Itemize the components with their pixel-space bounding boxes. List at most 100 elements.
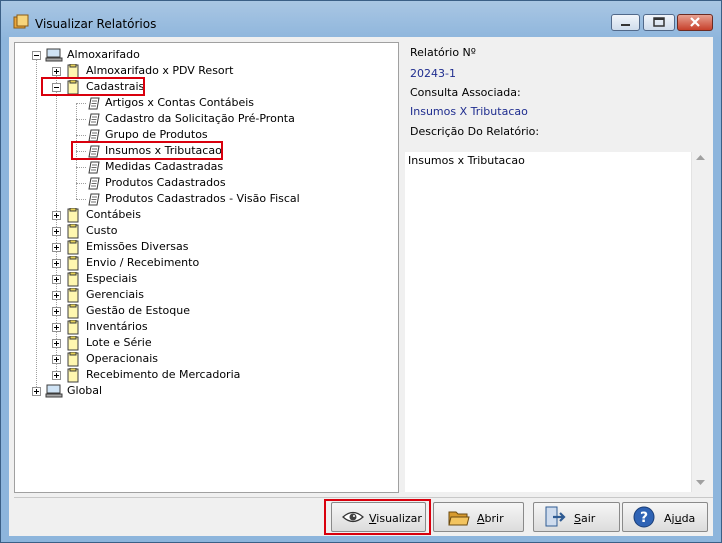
report-number-value: 20243-1 [410, 67, 456, 80]
expand-icon[interactable] [52, 339, 61, 348]
highlight-box-insumos [71, 141, 223, 160]
close-button[interactable] [677, 14, 713, 31]
close-icon [690, 17, 700, 27]
tree-label: Gestão de Estoque [86, 304, 190, 317]
expand-icon[interactable] [52, 291, 61, 300]
tree-line [76, 167, 86, 168]
label-part: da [681, 512, 696, 525]
report-document-icon [88, 161, 100, 174]
report-folder-icon [67, 368, 79, 383]
minimize-icon [621, 24, 630, 26]
label-part: air [580, 512, 596, 525]
expand-icon[interactable] [52, 211, 61, 220]
tree-label: Produtos Cadastrados - Visão Fiscal [105, 192, 300, 205]
tree-label: Inventários [86, 320, 148, 333]
label-part: Aj [664, 512, 675, 525]
tree-node-report[interactable]: Produtos Cadastrados - Visão Fiscal [15, 191, 395, 207]
tree-label: Produtos Cadastrados [105, 176, 226, 189]
report-document-icon [88, 97, 100, 110]
accelerator-key: A [477, 512, 485, 525]
expand-icon[interactable] [52, 323, 61, 332]
report-viewer-window: Visualizar Relatórios Almoxarifado Almox… [0, 0, 722, 543]
report-number-label: Relatório Nº [410, 46, 476, 59]
tree-node-global[interactable]: Global [15, 383, 395, 399]
tree-label: Custo [86, 224, 118, 237]
expand-icon[interactable] [32, 387, 41, 396]
tree-line [76, 199, 86, 200]
tree-label: Lote e Série [86, 336, 152, 349]
description-scrollbar[interactable] [691, 152, 709, 492]
tree-node-folder[interactable]: Contábeis [15, 207, 395, 223]
window-title: Visualizar Relatórios [35, 17, 157, 31]
maximize-icon [653, 17, 665, 27]
tree-node-folder[interactable]: Envio / Recebimento [15, 255, 395, 271]
tree-node-almoxarifado[interactable]: Almoxarifado [15, 47, 395, 63]
tree-line [76, 135, 86, 136]
expand-icon[interactable] [52, 259, 61, 268]
abrir-button[interactable]: Abrir [433, 502, 524, 532]
tree-node-folder[interactable]: Recebimento de Mercadoria [15, 367, 395, 383]
tree-node-folder[interactable]: Especiais [15, 271, 395, 287]
highlight-box-cadastrais [41, 77, 145, 96]
tree-label: Almoxarifado [67, 48, 140, 61]
report-info-panel: Relatório Nº 20243-1 Consulta Associada:… [402, 42, 709, 493]
tree-node-report[interactable]: Medidas Cadastradas [15, 159, 395, 175]
report-folder-icon [67, 240, 79, 255]
report-folder-icon [67, 272, 79, 287]
expand-icon[interactable] [52, 275, 61, 284]
highlight-box-visualizar [324, 499, 431, 535]
scroll-up-icon[interactable] [696, 155, 705, 161]
tree-label: Global [67, 384, 103, 397]
tree-node-report[interactable]: Artigos x Contas Contábeis [15, 95, 395, 111]
tree-label: Gerenciais [86, 288, 144, 301]
expand-icon[interactable] [52, 243, 61, 252]
maximize-button[interactable] [643, 14, 675, 31]
label-part: brir [484, 512, 504, 525]
tree-node-report[interactable]: Cadastro da Solicitação Pré-Pronta [15, 111, 395, 127]
scroll-down-icon[interactable] [696, 480, 705, 486]
report-folder-icon [67, 304, 79, 319]
abrir-label: Abrir [477, 512, 504, 525]
description-textarea[interactable]: Insumos x Tributacao [405, 152, 691, 492]
report-document-icon [88, 113, 100, 126]
tree-line [76, 119, 86, 120]
tree-node-folder[interactable]: Inventários [15, 319, 395, 335]
report-folder-icon [67, 320, 79, 335]
tree-node-folder[interactable]: Operacionais [15, 351, 395, 367]
expand-icon[interactable] [52, 67, 61, 76]
report-tree[interactable]: Almoxarifado Almoxarifado x PDV Resort C… [14, 42, 399, 493]
tree-label: Artigos x Contas Contábeis [105, 96, 254, 109]
report-folder-icon [67, 352, 79, 367]
minimize-button[interactable] [611, 14, 640, 31]
title-bar: Visualizar Relatórios [1, 1, 721, 37]
tree-label: Contábeis [86, 208, 141, 221]
tree-label: Especiais [86, 272, 138, 285]
collapse-icon[interactable] [32, 51, 41, 60]
expand-icon[interactable] [52, 227, 61, 236]
tree-label: Envio / Recebimento [86, 256, 200, 269]
sair-button[interactable]: Sair [533, 502, 620, 532]
tree-node-folder[interactable]: Gerenciais [15, 287, 395, 303]
tree-node-folder[interactable]: Custo [15, 223, 395, 239]
ajuda-button[interactable]: ? Ajuda [622, 502, 708, 532]
tree-node-folder[interactable]: Emissões Diversas [15, 239, 395, 255]
tree-node-folder[interactable]: Lote e Série [15, 335, 395, 351]
expand-icon[interactable] [52, 355, 61, 364]
ajuda-label: Ajuda [664, 512, 695, 525]
report-folder-icon [67, 336, 79, 351]
client-area: Almoxarifado Almoxarifado x PDV Resort C… [9, 37, 713, 536]
description-text: Insumos x Tributacao [408, 154, 525, 167]
svg-text:?: ? [640, 510, 648, 526]
tree-label: Emissões Diversas [86, 240, 189, 253]
tree-label: Cadastro da Solicitação Pré-Pronta [105, 112, 295, 125]
tree-node-report[interactable]: Produtos Cadastrados [15, 175, 395, 191]
description-label: Descrição Do Relatório: [410, 125, 540, 138]
report-folder-icon [67, 224, 79, 239]
computer-icon [45, 384, 63, 398]
expand-icon[interactable] [52, 371, 61, 380]
tree-node-folder[interactable]: Gestão de Estoque [15, 303, 395, 319]
open-folder-icon [448, 511, 470, 526]
tree-label: Medidas Cadastradas [105, 160, 224, 173]
report-folder-icon [67, 288, 79, 303]
expand-icon[interactable] [52, 307, 61, 316]
